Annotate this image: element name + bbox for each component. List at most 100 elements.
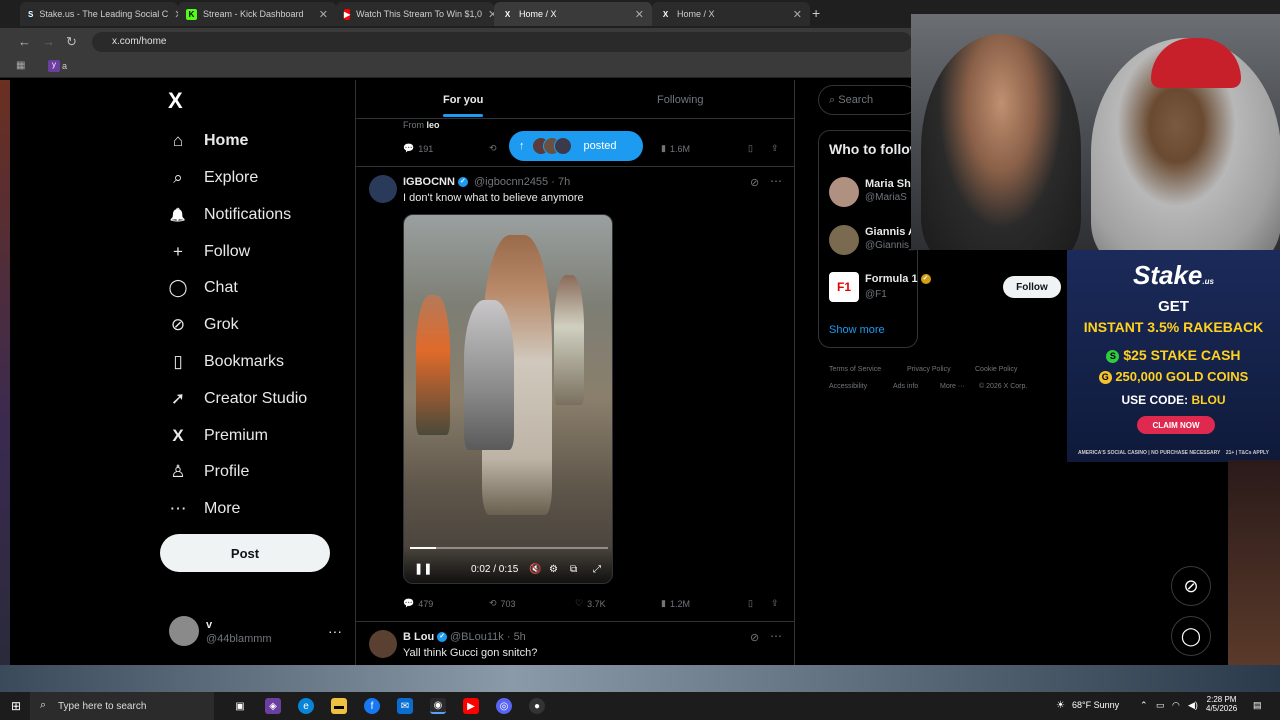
avatar[interactable] bbox=[829, 225, 859, 255]
claim-now-button[interactable]: CLAIM NOW bbox=[1137, 416, 1215, 434]
x-logo-icon[interactable]: X bbox=[168, 88, 183, 114]
repost-button[interactable]: ⟲ 703 bbox=[489, 598, 516, 609]
weather-icon[interactable]: ☀ bbox=[1056, 700, 1065, 711]
fullscreen-icon[interactable]: ⤢ bbox=[593, 564, 601, 575]
tray-chevron-icon[interactable]: ⌃ bbox=[1140, 700, 1148, 711]
youtube-icon[interactable]: ▶ bbox=[463, 698, 479, 714]
back-icon[interactable]: ← bbox=[18, 34, 31, 49]
bookmark-icon[interactable]: ▯ bbox=[748, 143, 753, 154]
suggestion-name[interactable]: Formula 1 ✓ bbox=[865, 273, 931, 285]
footer-link[interactable]: Ads info bbox=[893, 383, 918, 390]
obs-icon[interactable]: ● bbox=[529, 698, 545, 714]
windows-start-icon[interactable]: ⊞ bbox=[8, 698, 24, 714]
bookmark-icon[interactable]: ▯ bbox=[748, 598, 753, 609]
post-button[interactable]: Post bbox=[160, 534, 330, 572]
messages-icon[interactable]: ◯ bbox=[1171, 616, 1211, 656]
tweet-author-handle[interactable]: @igbocnn2455 · 7h bbox=[474, 176, 570, 188]
grok-icon[interactable]: ⊘ bbox=[750, 176, 759, 189]
tweet-author-name[interactable]: B Lou ✓ bbox=[403, 631, 448, 643]
new-tab-icon[interactable]: + bbox=[812, 5, 820, 21]
sidebar-item-profile[interactable]: ♙ Profile bbox=[168, 457, 249, 487]
more-icon[interactable]: ⋯ bbox=[770, 174, 782, 188]
tweet-author-name[interactable]: IGBOCNN ✓ bbox=[403, 176, 468, 188]
reload-icon[interactable]: ↻ bbox=[66, 34, 77, 50]
chrome-icon[interactable]: ◉ bbox=[430, 698, 446, 714]
search-input[interactable]: ⌕ Search bbox=[818, 85, 918, 115]
apps-grid-icon[interactable]: ▦ bbox=[16, 60, 25, 71]
ad-code-value: BLOU bbox=[1191, 393, 1226, 407]
grok-icon[interactable]: ⊘ bbox=[750, 631, 759, 644]
edge-browser-icon[interactable]: e bbox=[298, 698, 314, 714]
mute-icon[interactable]: 🔇 bbox=[529, 564, 541, 575]
sidebar-item-follow[interactable]: + Follow bbox=[168, 237, 250, 267]
wifi-icon[interactable]: ◠ bbox=[1172, 700, 1180, 711]
tab-x-home-active[interactable]: X Home / X ✕ bbox=[494, 2, 652, 26]
sidebar-item-explore[interactable]: ⌕ Explore bbox=[168, 163, 258, 193]
copilot-icon[interactable]: ◈ bbox=[265, 698, 281, 714]
suggestion-name[interactable]: Maria Sh bbox=[865, 178, 911, 190]
share-icon[interactable]: ⇪ bbox=[771, 598, 779, 609]
pip-icon[interactable]: ⧉ bbox=[570, 564, 577, 575]
close-icon[interactable]: ✕ bbox=[319, 8, 328, 21]
tab-kick[interactable]: K Stream - Kick Dashboard ✕ bbox=[178, 2, 336, 26]
taskbar-search-input[interactable]: ⌕ Type here to search bbox=[30, 692, 214, 720]
sidebar-item-more[interactable]: ⋯ More bbox=[168, 494, 241, 524]
footer-link[interactable]: Terms of Service bbox=[829, 366, 881, 373]
clock[interactable]: 2:28 PM 4/5/2026 bbox=[1206, 695, 1237, 713]
sidebar-item-chat[interactable]: ◯ Chat bbox=[168, 273, 237, 303]
follow-button[interactable]: Follow bbox=[1003, 276, 1061, 298]
sidebar-item-grok[interactable]: ⊘ Grok bbox=[168, 310, 239, 340]
avatar[interactable] bbox=[829, 177, 859, 207]
notifications-icon[interactable]: ▤ bbox=[1253, 700, 1262, 711]
reply-button[interactable]: 💬 479 bbox=[403, 598, 433, 609]
views-button[interactable]: ▮ 1.2M bbox=[661, 598, 690, 609]
from-name[interactable]: leo bbox=[427, 120, 440, 130]
footer-link[interactable]: Privacy Policy bbox=[907, 366, 951, 373]
discord-icon[interactable]: ◎ bbox=[496, 698, 512, 714]
share-icon[interactable]: ⇪ bbox=[771, 143, 779, 154]
new-posts-pill[interactable]: ↑ posted bbox=[509, 131, 643, 161]
grok-icon[interactable]: ⊘ bbox=[1171, 566, 1211, 606]
views-button[interactable]: ▮ 1.6M bbox=[661, 143, 690, 154]
avatar[interactable] bbox=[169, 616, 199, 646]
sidebar-item-premium[interactable]: X Premium bbox=[168, 421, 268, 451]
bookmark-label[interactable]: a bbox=[62, 61, 67, 71]
close-icon[interactable]: ✕ bbox=[635, 8, 644, 21]
weather-text[interactable]: 68°F Sunny bbox=[1072, 700, 1119, 710]
account-more-icon[interactable]: ··· bbox=[328, 623, 342, 639]
sidebar-item-notifications[interactable]: 🔔 Notifications bbox=[168, 200, 291, 230]
avatar[interactable] bbox=[369, 630, 397, 658]
tab-stake[interactable]: S Stake.us - The Leading Social C ✕ bbox=[20, 2, 178, 26]
show-more-link[interactable]: Show more bbox=[829, 324, 885, 336]
network-icon[interactable]: ▭ bbox=[1156, 700, 1165, 711]
reply-button[interactable]: 💬 191 bbox=[403, 143, 433, 154]
close-icon[interactable]: ✕ bbox=[793, 8, 802, 21]
forward-icon[interactable]: → bbox=[42, 34, 55, 49]
sidebar-item-home[interactable]: ⌂ Home bbox=[168, 126, 249, 156]
f1-logo-icon[interactable]: F1 bbox=[829, 272, 859, 302]
tab-following[interactable]: Following bbox=[657, 94, 703, 106]
facebook-icon[interactable]: f bbox=[364, 698, 380, 714]
volume-icon[interactable]: ◀) bbox=[1188, 700, 1198, 711]
pause-icon[interactable]: ❚❚ bbox=[414, 562, 432, 575]
suggestion-name[interactable]: Giannis A bbox=[865, 226, 916, 238]
like-button[interactable]: ♡ 3.7K bbox=[575, 598, 606, 609]
url-input[interactable]: x.com/home bbox=[92, 32, 912, 52]
file-explorer-icon[interactable]: ▬ bbox=[331, 698, 347, 714]
footer-link[interactable]: Accessibility bbox=[829, 383, 867, 390]
sidebar-item-creator-studio[interactable]: ➚ Creator Studio bbox=[168, 384, 307, 414]
avatar[interactable] bbox=[369, 175, 397, 203]
footer-link[interactable]: More ··· bbox=[940, 383, 965, 390]
repost-button[interactable]: ⟲ bbox=[489, 143, 497, 154]
more-icon[interactable]: ⋯ bbox=[770, 629, 782, 643]
sidebar-item-bookmarks[interactable]: ▯ Bookmarks bbox=[168, 347, 284, 377]
tweet-author-handle[interactable]: @BLou11k · 5h bbox=[450, 631, 526, 643]
footer-link[interactable]: Cookie Policy bbox=[975, 366, 1017, 373]
video-player[interactable]: ❚❚ 0:02 / 0:15 🔇 ⚙ ⧉ ⤢ bbox=[403, 214, 613, 584]
tab-for-you[interactable]: For you bbox=[443, 94, 483, 106]
task-view-icon[interactable]: ▣ bbox=[232, 698, 248, 714]
mail-icon[interactable]: ✉ bbox=[397, 698, 413, 714]
settings-gear-icon[interactable]: ⚙ bbox=[549, 564, 558, 575]
tab-youtube[interactable]: ▶ Watch This Stream To Win $1,0 ✕ bbox=[336, 2, 494, 26]
tab-x-home[interactable]: X Home / X ✕ bbox=[652, 2, 810, 26]
